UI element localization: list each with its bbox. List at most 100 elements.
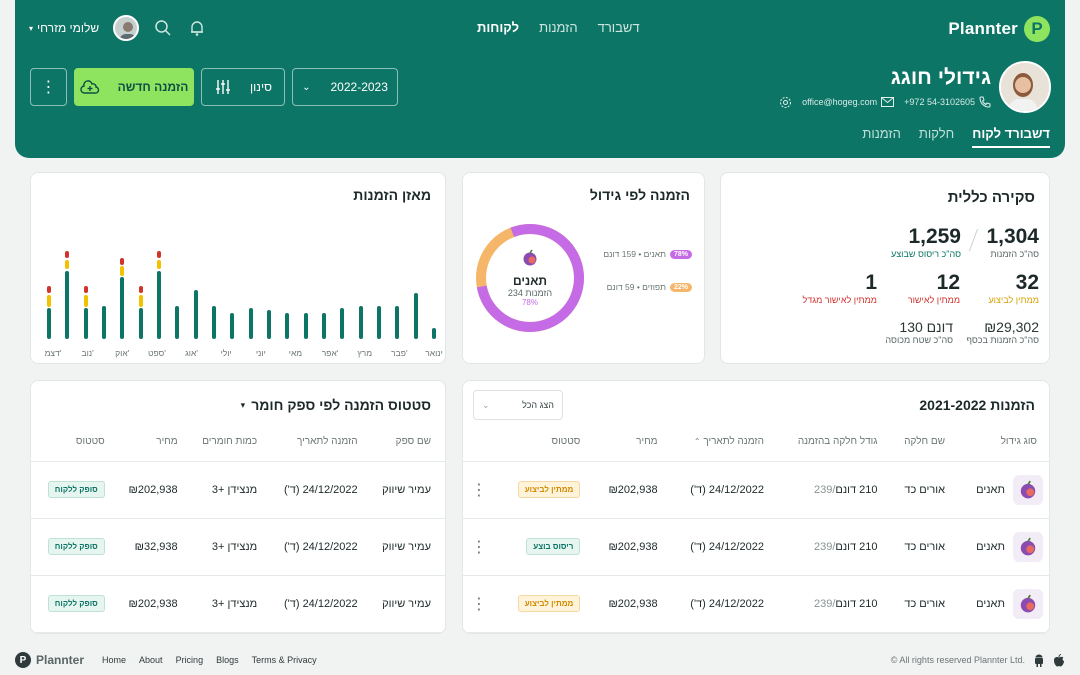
price: ₪202,938	[588, 518, 666, 576]
footer-link-terms[interactable]: Terms & Privacy	[252, 655, 317, 665]
col-plot-name[interactable]: שם חלקה	[885, 423, 954, 462]
chart-bar	[432, 328, 436, 339]
chevron-down-icon: ▾	[29, 23, 34, 33]
col-date[interactable]: הזמנה לתאריך	[265, 423, 366, 462]
price: ₪202,938	[588, 575, 666, 633]
chart-bar	[47, 308, 51, 339]
row-menu-icon[interactable]: ⋮	[471, 482, 487, 499]
table-row[interactable]: תאנים אורים כד 210 דונם/239 24/12/2022 (…	[463, 575, 1049, 633]
col-crop-type[interactable]: סוג גידול	[953, 423, 1049, 462]
year-select[interactable]: ⌄ 2022-2023	[292, 68, 398, 106]
table-row[interactable]: עמיר שיווק 24/12/2022 (ד') מנצידן +3 ₪32…	[31, 518, 445, 576]
overview-title: סקירה כללית	[947, 189, 1035, 206]
copyright-area: © All rights reserved Plannter Ltd.	[891, 653, 1065, 667]
new-order-button[interactable]: הזמנה חדשה	[74, 68, 194, 106]
size-ordered: 210 דונם	[835, 597, 878, 610]
order-date: 24/12/2022 (ד')	[265, 461, 366, 519]
year-value: 2022-2023	[330, 80, 388, 94]
footer-link-pricing[interactable]: Pricing	[176, 655, 204, 665]
status-badge: ריסוס בוצע	[526, 538, 581, 555]
chart-bar	[358, 306, 363, 339]
header: Plannter P דשבורד הזמנות לקוחות ▾ שלומי …	[15, 0, 1065, 158]
chart-bar	[138, 295, 143, 307]
nav-item-dashboard[interactable]: דשבורד	[598, 20, 640, 35]
chart-bar	[102, 306, 106, 339]
table-row[interactable]: תאנים אורים כד 210 דונם/239 24/12/2022 (…	[463, 461, 1049, 519]
donut-center: תאנים 234 הזמנות 78%	[475, 249, 585, 307]
price: ₪32,938	[112, 518, 186, 576]
footer-link-blogs[interactable]: Blogs	[216, 655, 239, 665]
col-price[interactable]: מחיר	[588, 423, 666, 462]
tab-orders[interactable]: הזמנות	[862, 126, 901, 148]
orders-filter-value: הצג הכל	[522, 400, 554, 410]
materials: מנצידן +3	[185, 518, 266, 576]
user-menu[interactable]: ▾ שלומי מזרחי	[29, 21, 99, 35]
apple-icon[interactable]	[1053, 653, 1065, 667]
order-date: 24/12/2022 (ד')	[265, 575, 366, 633]
balance-card: מאזן הזמנות ינואר פבר' מרץ אפר' מאי יוני יולי א…	[30, 172, 446, 364]
nav-item-customers[interactable]: לקוחות	[477, 20, 519, 35]
logo-icon: P	[1024, 16, 1050, 42]
by-crop-title: הזמנה לפי גידול	[589, 187, 690, 203]
avatar[interactable]	[113, 15, 140, 41]
col-price[interactable]: מחיר	[112, 423, 186, 462]
more-button[interactable]: ⋮	[30, 68, 67, 106]
bell-icon[interactable]	[187, 18, 207, 38]
footer-link-about[interactable]: About	[139, 655, 163, 665]
chevron-down-icon: ⌄	[482, 399, 490, 410]
col-plot-size[interactable]: גודל חלקה בהזמנה	[771, 423, 886, 462]
order-date: 24/12/2022 (ד')	[265, 518, 366, 576]
orders-filter-select[interactable]: ⌄ הצג הכל	[473, 390, 563, 420]
price: ₪202,938	[112, 461, 186, 519]
nav-item-orders[interactable]: הזמנות	[539, 20, 578, 35]
table-row[interactable]: עמיר שיווק 24/12/2022 (ד') מנצידן +3 ₪20…	[31, 461, 445, 519]
header-actions: ⋮ הזמנה חדשה סינון ⌄ 2022-2023	[30, 68, 398, 106]
footer-link-home[interactable]: Home	[102, 655, 126, 665]
phone-text: +972 54-3102605	[904, 97, 975, 107]
chart-bar	[267, 310, 271, 339]
order-date: 24/12/2022 (ד')	[665, 518, 772, 576]
price: ₪202,938	[588, 461, 666, 519]
orders-table: סוג גידול שם חלקה גודל חלקה בהזמנה הזמנה…	[463, 423, 1049, 633]
total-executed-label: סה"כ ריסוס שבוצע	[891, 249, 961, 259]
customer-email[interactable]: office@hogeg.com	[802, 97, 895, 107]
plot-size: 210 דונם/239	[771, 575, 886, 633]
row-menu-icon[interactable]: ⋮	[471, 596, 487, 613]
month-tick-label: נוב'	[81, 348, 94, 358]
filter-button[interactable]: סינון	[201, 68, 285, 106]
more-vertical-icon: ⋮	[40, 79, 57, 96]
chart-bar	[248, 308, 253, 339]
size-ordered: 210 דונם	[835, 483, 878, 496]
col-status[interactable]: סטטוס	[495, 423, 589, 462]
col-order-date-label: הזמנה לתאריך	[703, 436, 764, 448]
customer-phone[interactable]: +972 54-3102605	[904, 96, 991, 108]
brand-logo[interactable]: Plannter P	[948, 16, 1050, 42]
col-materials[interactable]: כמות חומרים	[185, 423, 266, 462]
status-badge: סופק ללקוח	[47, 595, 105, 612]
status-badge: סופק ללקוח	[47, 481, 105, 498]
pending-grower-value: 1	[865, 271, 877, 294]
col-supplier[interactable]: שם ספק	[365, 423, 445, 462]
search-icon[interactable]	[153, 18, 173, 38]
mail-icon	[881, 97, 895, 107]
order-date: 24/12/2022 (ד')	[665, 461, 772, 519]
pending-approval-value: 12	[936, 271, 960, 294]
donut-center-name: תאנים	[513, 274, 547, 288]
tab-customer-dashboard[interactable]: דשבורד לקוח	[972, 126, 1050, 148]
chart-bar	[193, 289, 198, 339]
status-badge: ממתין לביצוע	[517, 595, 581, 612]
legend-item-oranges: 22% תפוזים • 59 דונם	[607, 282, 692, 292]
supplier-title-dropdown[interactable]: סטטוס הזמנה לפי ספק חומר ▾	[241, 397, 431, 413]
legend-pct: 78%	[669, 249, 692, 259]
chart-bar	[285, 312, 290, 339]
settings-icon[interactable]	[779, 96, 792, 109]
col-order-date[interactable]: הזמנה לתאריך ⌃	[665, 423, 772, 462]
tab-plots[interactable]: חלקות	[919, 126, 954, 148]
table-row[interactable]: תאנים אורים כד 210 דונם/239 24/12/2022 (…	[463, 518, 1049, 576]
footer-logo[interactable]: P Plannter	[15, 652, 84, 668]
table-row[interactable]: עמיר שיווק 24/12/2022 (ד') מנצידן +3 ₪20…	[31, 575, 445, 633]
android-icon[interactable]	[1033, 654, 1045, 667]
row-menu-icon[interactable]: ⋮	[471, 539, 487, 556]
legend-item-figs: 78% תאנים • 159 דונם	[603, 249, 692, 259]
col-status[interactable]: סטטוס	[31, 423, 113, 462]
